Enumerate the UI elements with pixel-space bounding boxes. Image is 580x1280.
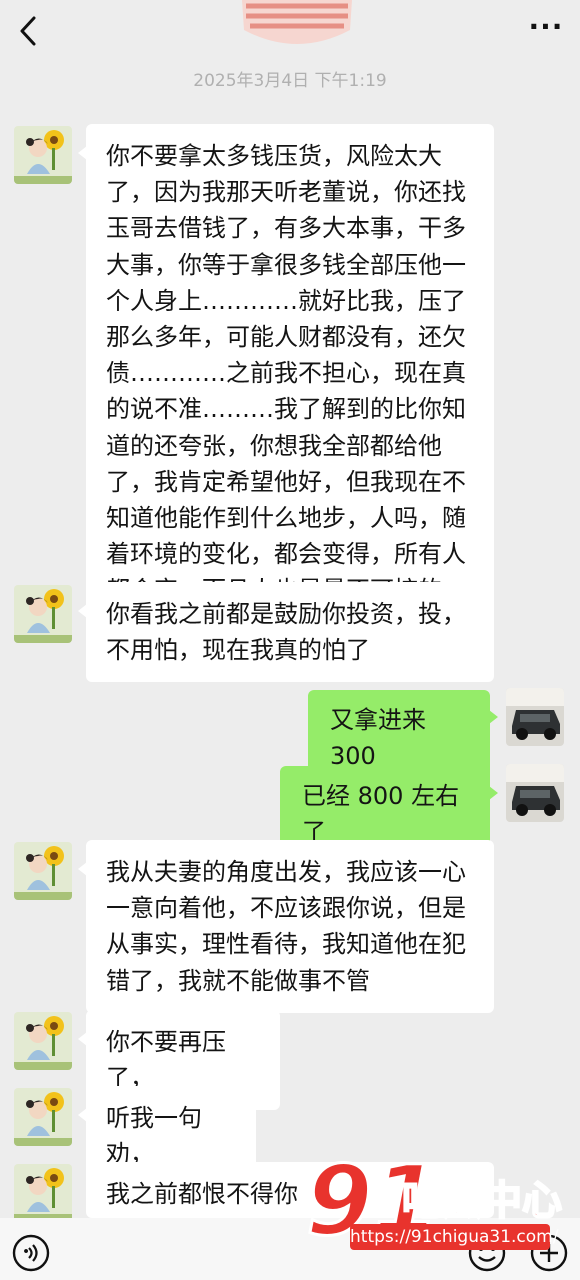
more-options-button[interactable]: ··· bbox=[526, 13, 566, 46]
avatar-contact[interactable] bbox=[14, 126, 72, 184]
timestamp: 2025年3月4日 下午1:19 bbox=[193, 71, 387, 91]
avatar-contact[interactable] bbox=[14, 1088, 72, 1146]
voice-icon[interactable] bbox=[12, 1234, 50, 1272]
message-text: 你不要拿太多钱压货，风险太大了，因为我那天听老董说，你还找玉哥去借钱了，有多大本… bbox=[106, 142, 466, 604]
message-text: 我从夫妻的角度出发，我应该一心一意向着他，不应该跟你说，但是从事实，理性看待，我… bbox=[106, 858, 466, 995]
message-bubble-incoming[interactable]: 你不要拿太多钱压货，风险太大了，因为我那天听老董说，你还找玉哥去借钱了，有多大本… bbox=[78, 124, 494, 623]
message-text: 听我一句劝， bbox=[106, 1104, 202, 1169]
message-bubble-incoming[interactable]: 你看我之前都是鼓励你投资，投，不用怕，现在我真的怕了 bbox=[78, 582, 494, 683]
watermark-brand: 吃瓜中心 bbox=[402, 1178, 562, 1224]
avatar-contact[interactable] bbox=[14, 842, 72, 900]
message-text: 我之前都恨不得你 bbox=[106, 1180, 298, 1208]
message-text: 你看我之前都是鼓励你投资，投，不用怕，现在我真的怕了 bbox=[106, 600, 466, 665]
avatar-contact[interactable] bbox=[14, 1012, 72, 1070]
message-bubble-incoming[interactable]: 我从夫妻的角度出发，我应该一心一意向着他，不应该跟你说，但是从事实，理性看待，我… bbox=[78, 840, 494, 1013]
avatar-self[interactable] bbox=[506, 764, 564, 822]
avatar-contact[interactable] bbox=[14, 1164, 72, 1222]
chevron-left-icon[interactable] bbox=[14, 14, 44, 48]
chat-header: ··· bbox=[0, 0, 580, 60]
message-text: 又拿进来 300 bbox=[330, 706, 426, 771]
message-text: 你不要再压了， bbox=[106, 1028, 226, 1093]
avatar-contact[interactable] bbox=[14, 585, 72, 643]
header-decoration bbox=[242, 0, 352, 44]
message-text: 已经 800 左右了 bbox=[302, 782, 460, 847]
avatar-self[interactable] bbox=[506, 688, 564, 746]
watermark-url: https://91chigua31.com/ bbox=[350, 1224, 558, 1250]
